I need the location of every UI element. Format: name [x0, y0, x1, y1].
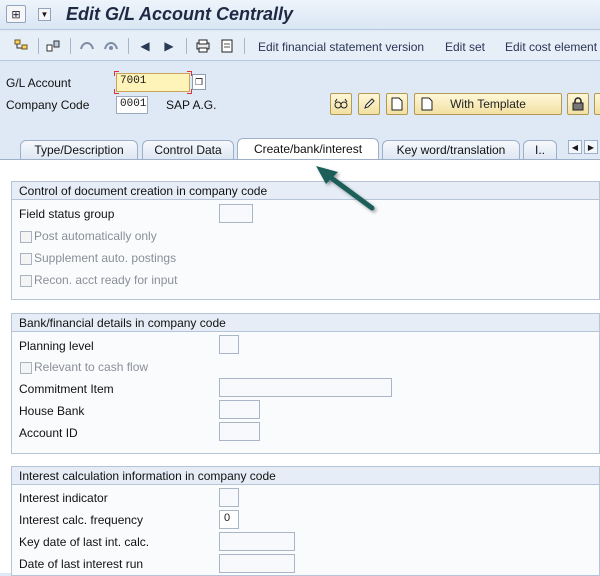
system-menu-icon[interactable]: ⊞	[6, 5, 26, 23]
field-status-group-input[interactable]	[219, 204, 253, 223]
with-template-label: With Template	[450, 97, 526, 111]
interest-frequency-input[interactable]: 0	[219, 510, 239, 529]
toolbar-divider	[128, 38, 129, 54]
next-arrow-icon[interactable]: ▶	[160, 37, 178, 55]
recon-account-checkbox[interactable]	[20, 275, 32, 287]
company-name: SAP A.G.	[166, 98, 217, 112]
interest-group-title: Interest calculation information in comp…	[11, 466, 600, 485]
interest-frequency-label: Interest calc. frequency	[19, 513, 144, 527]
post-automatically-checkbox[interactable]	[20, 231, 32, 243]
commitment-item-label: Commitment Item	[19, 382, 114, 396]
recon-account-label: Recon. acct ready for input	[34, 273, 178, 287]
toolbar-divider	[186, 38, 187, 54]
toolbar-divider	[38, 38, 39, 54]
tab-create-bank-interest[interactable]: Create/bank/interest	[237, 138, 379, 159]
key-date-input[interactable]	[219, 532, 295, 551]
edit-cost-element-link[interactable]: Edit cost element	[505, 40, 597, 54]
relevant-cash-flow-checkbox[interactable]	[20, 362, 32, 374]
display-change-icon[interactable]	[78, 37, 96, 55]
search-help-icon[interactable]: ❐	[192, 74, 206, 90]
print-icon[interactable]	[194, 37, 212, 55]
tab-more[interactable]: I..	[523, 140, 557, 159]
account-id-label: Account ID	[19, 426, 78, 440]
chevron-down-icon[interactable]: ▼	[38, 8, 51, 21]
house-bank-label: House Bank	[19, 404, 85, 418]
last-interest-run-input[interactable]	[219, 554, 295, 573]
page-title: Edit G/L Account Centrally	[66, 4, 294, 24]
hierarchy-icon[interactable]	[12, 37, 30, 55]
post-automatically-label: Post automatically only	[34, 229, 157, 243]
with-template-button[interactable]: With Template	[414, 93, 562, 115]
company-code-label: Company Code	[6, 98, 90, 112]
tab-scroll-left-icon[interactable]: ◀	[568, 140, 582, 154]
gl-account-field[interactable]: 7001	[116, 73, 190, 92]
supplement-auto-checkbox[interactable]	[20, 253, 32, 265]
focus-marker	[114, 71, 119, 76]
edit-fs-version-link[interactable]: Edit financial statement version	[258, 40, 424, 54]
edit-set-link[interactable]: Edit set	[445, 40, 485, 54]
relevant-cash-flow-label: Relevant to cash flow	[34, 360, 149, 374]
supplement-auto-label: Supplement auto. postings	[34, 251, 177, 265]
planning-level-label: Planning level	[19, 339, 94, 353]
tab-type-description[interactable]: Type/Description	[20, 140, 138, 159]
bank-group-title: Bank/financial details in company code	[11, 313, 600, 332]
tab-scroll-right-icon[interactable]: ▶	[584, 140, 598, 154]
account-id-input[interactable]	[219, 422, 260, 441]
switch-icon[interactable]	[44, 37, 62, 55]
template-document-icon	[421, 97, 433, 114]
tab-keyword-translation[interactable]: Key word/translation	[382, 140, 520, 159]
commitment-item-input[interactable]	[219, 378, 392, 397]
focus-marker	[114, 89, 119, 94]
last-interest-run-label: Date of last interest run	[19, 557, 144, 571]
planning-level-input[interactable]	[219, 335, 239, 354]
create-document-icon[interactable]	[386, 93, 408, 115]
annotation-arrow-icon	[316, 166, 375, 211]
other-object-icon[interactable]	[102, 37, 120, 55]
toolbar-divider	[244, 38, 245, 54]
more-buttons-icon[interactable]	[594, 93, 600, 115]
company-code-field[interactable]: 0001	[116, 96, 148, 114]
control-group-title: Control of document creation in company …	[11, 181, 600, 200]
house-bank-input[interactable]	[219, 400, 260, 419]
glasses-icon[interactable]	[330, 93, 352, 115]
gl-account-label: G/L Account	[6, 76, 71, 90]
tab-control-data[interactable]: Control Data	[142, 140, 234, 159]
key-date-label: Key date of last int. calc.	[19, 535, 150, 549]
document-icon[interactable]	[218, 37, 236, 55]
previous-arrow-icon[interactable]: ◀	[136, 37, 154, 55]
interest-indicator-label: Interest indicator	[19, 491, 108, 505]
lock-icon[interactable]	[567, 93, 589, 115]
pencil-icon[interactable]	[358, 93, 380, 115]
interest-indicator-input[interactable]	[219, 488, 239, 507]
field-status-group-label: Field status group	[19, 207, 115, 221]
toolbar-divider	[70, 38, 71, 54]
